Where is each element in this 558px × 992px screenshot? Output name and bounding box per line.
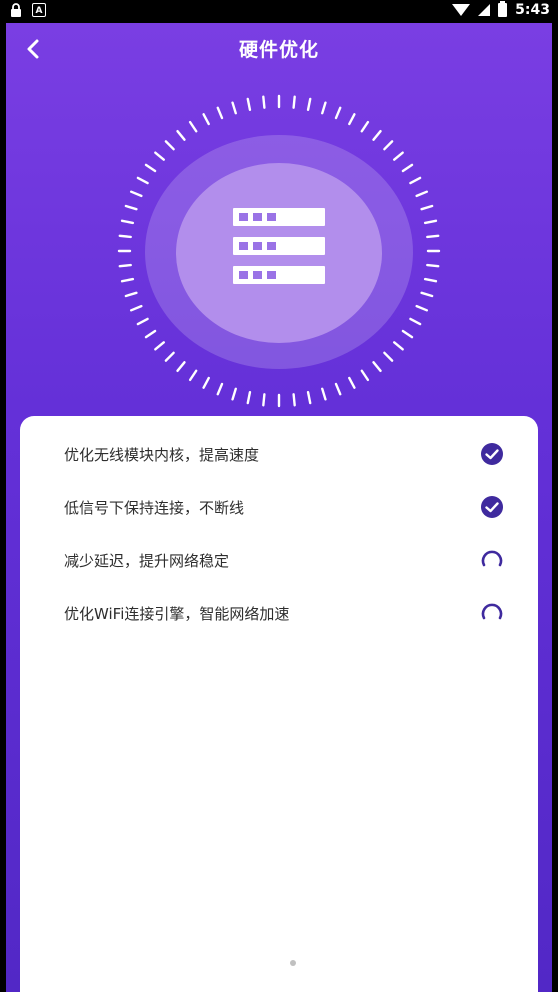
progress-tick	[426, 234, 440, 239]
progress-tick	[164, 140, 175, 151]
cell-signal-icon	[478, 4, 491, 16]
spinner-icon	[481, 550, 503, 567]
a-letter-icon: A	[32, 3, 46, 17]
progress-tick	[124, 291, 138, 298]
progress-tick	[120, 277, 135, 283]
progress-tick	[292, 393, 296, 407]
progress-tick	[420, 204, 434, 211]
progress-tick	[216, 382, 224, 396]
progress-tick	[334, 382, 342, 396]
progress-tick	[188, 369, 198, 382]
battery-icon	[498, 1, 508, 17]
spinner-icon	[481, 603, 503, 620]
progress-tick	[321, 101, 327, 115]
progress-tick	[401, 329, 414, 339]
progress-tick	[392, 151, 404, 161]
progress-tick	[176, 129, 186, 141]
progress-tick	[231, 101, 237, 115]
progress-tick	[202, 113, 210, 126]
progress-tick	[383, 351, 394, 362]
progress-tick	[372, 361, 382, 373]
progress-tick	[164, 351, 175, 362]
progress-tick	[188, 120, 198, 133]
progress-tick	[415, 190, 429, 198]
progress-tick	[306, 391, 312, 405]
task-label: 优化WiFi连接引擎，智能网络加速	[64, 604, 290, 623]
progress-tick	[401, 163, 414, 173]
progress-tick	[292, 95, 296, 109]
progress-tick	[246, 391, 252, 405]
progress-tick	[306, 97, 312, 111]
progress-tick	[348, 376, 356, 389]
task-label: 低信号下保持连接，不断线	[64, 498, 245, 517]
app-screen: 硬件优化 优化无线模块内核，提高速度 低信号下保持连接，不断线 减少延迟，提升网…	[6, 23, 552, 992]
status-left-icons: A	[10, 3, 46, 18]
progress-tick	[409, 317, 422, 326]
lock-icon	[11, 3, 21, 17]
progress-tick	[144, 329, 157, 339]
progress-tick	[423, 277, 438, 283]
progress-tick	[231, 387, 237, 401]
progress-tick	[176, 361, 186, 373]
task-card: 优化无线模块内核，提高速度 低信号下保持连接，不断线 减少延迟，提升网络稳定 优…	[20, 416, 538, 992]
check-circle-icon	[481, 443, 503, 465]
status-time: 5:43	[515, 2, 550, 18]
progress-tick	[124, 204, 138, 211]
progress-tick	[420, 291, 434, 298]
status-right-icons: 5:43	[452, 1, 550, 18]
progress-tick	[321, 387, 327, 401]
status-bar: A 5:43	[0, 0, 558, 23]
page-title: 硬件优化	[238, 39, 319, 61]
progress-tick	[144, 163, 157, 173]
progress-tick	[246, 97, 252, 111]
progress-tick	[409, 176, 422, 185]
progress-tick	[360, 120, 370, 133]
progress-tick	[118, 234, 132, 239]
progress-tick	[426, 263, 440, 268]
check-circle-icon	[481, 496, 503, 518]
progress-tick	[129, 304, 143, 312]
page-indicator-dot	[290, 960, 296, 966]
progress-tick	[154, 151, 166, 161]
task-item: 低信号下保持连接，不断线	[64, 492, 504, 522]
hero-section	[6, 83, 552, 443]
wifi-icon	[452, 4, 471, 16]
task-label: 优化无线模块内核，提高速度	[64, 445, 260, 464]
progress-tick	[262, 393, 266, 407]
progress-tick	[383, 140, 394, 151]
progress-tick	[415, 304, 429, 312]
task-item: 减少延迟，提升网络稳定	[64, 545, 504, 575]
task-item: 优化无线模块内核，提高速度	[64, 439, 504, 469]
progress-tick	[392, 341, 404, 351]
progress-tick	[360, 369, 370, 382]
progress-tick	[348, 113, 356, 126]
server-stack-icon	[233, 208, 325, 284]
progress-tick	[216, 106, 224, 120]
task-item: 优化WiFi连接引擎，智能网络加速	[64, 598, 504, 628]
top-bar: 硬件优化	[6, 23, 552, 73]
progress-tick	[129, 190, 143, 198]
progress-tick	[118, 263, 132, 268]
progress-tick	[372, 129, 382, 141]
progress-tick	[423, 219, 438, 225]
progress-tick	[334, 106, 342, 120]
progress-tick	[262, 95, 266, 109]
task-label: 减少延迟，提升网络稳定	[64, 551, 230, 570]
progress-tick	[202, 376, 210, 389]
progress-tick	[154, 341, 166, 351]
progress-tick	[136, 317, 149, 326]
progress-tick	[136, 176, 149, 185]
progress-tick	[120, 219, 135, 225]
